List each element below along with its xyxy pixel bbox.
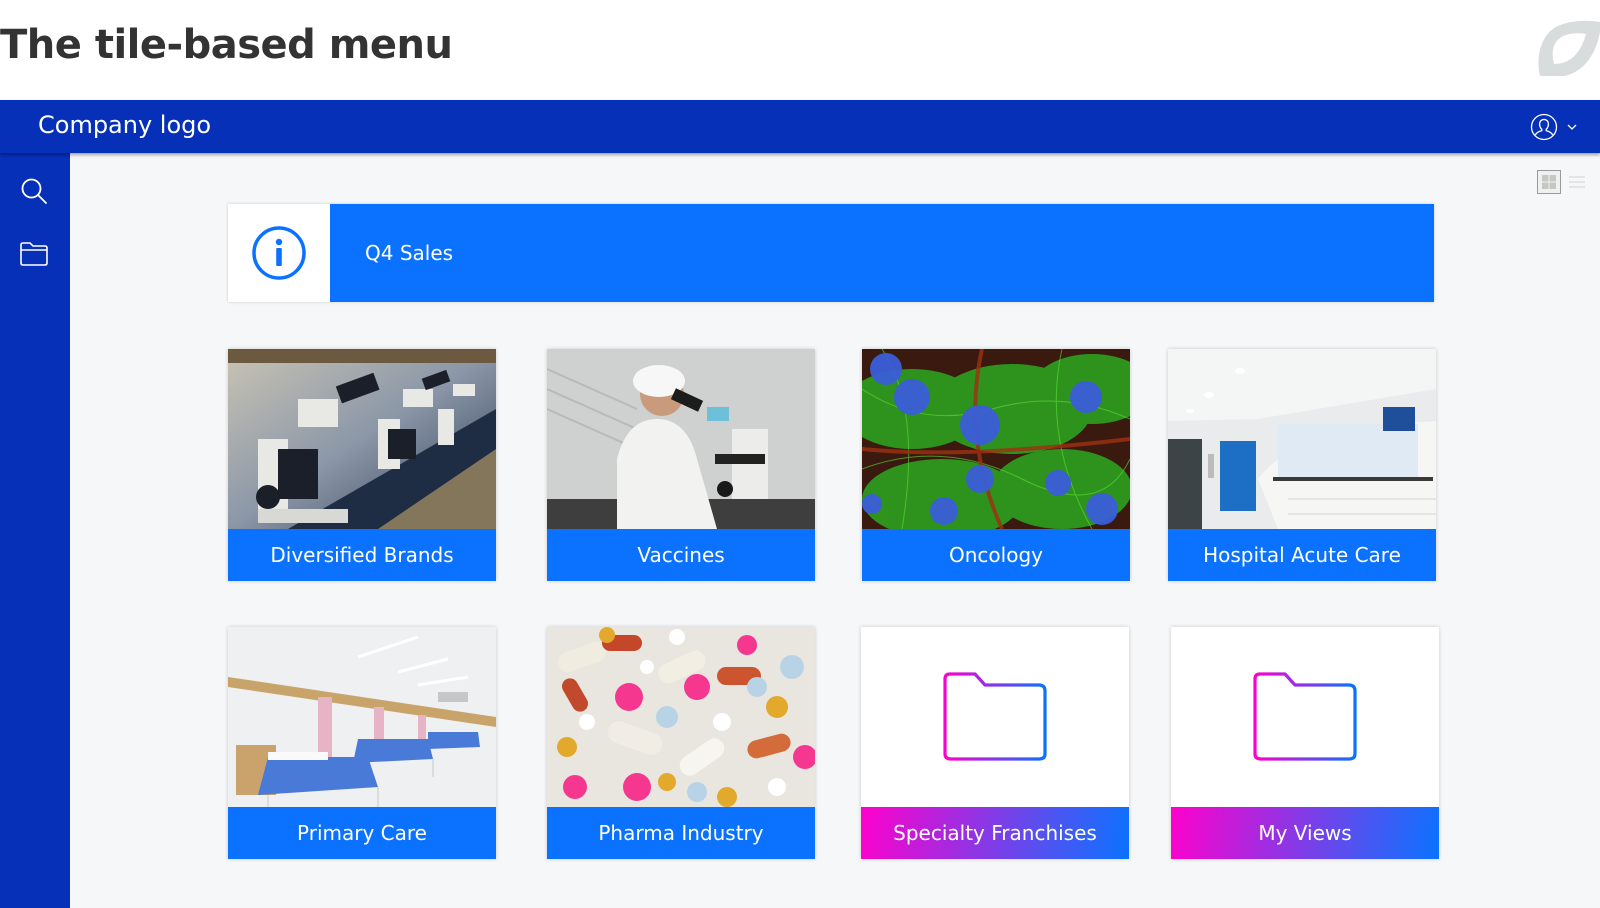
folder-tile-art <box>1171 627 1439 807</box>
tile-label-bar: Diversified Brands <box>228 529 496 581</box>
folder-icon <box>1253 672 1357 761</box>
tile-my-views[interactable]: My Views <box>1171 627 1439 859</box>
tile-label-bar: My Views <box>1171 807 1439 859</box>
app-window: Company logo Q4 Sales Diversified Brands… <box>0 100 1600 908</box>
tile-diversified-brands[interactable]: Diversified Brands <box>228 349 496 581</box>
sidebar-item-folders[interactable] <box>16 236 52 272</box>
sidebar-item-search[interactable] <box>16 173 52 209</box>
sidebar <box>0 153 70 908</box>
pills-photo <box>547 627 815 807</box>
list-view-button[interactable] <box>1567 170 1587 194</box>
hospital-ward-photo <box>228 627 496 807</box>
tile-oncology[interactable]: Oncology <box>862 349 1130 581</box>
user-menu-button[interactable] <box>1530 112 1592 142</box>
tile-label: Vaccines <box>637 543 725 567</box>
tile-label: Pharma Industry <box>598 821 764 845</box>
scientist-microscope-photo <box>547 349 815 529</box>
tile-label-bar: Specialty Franchises <box>861 807 1129 859</box>
tile-label-bar: Pharma Industry <box>547 807 815 859</box>
user-avatar-icon <box>1530 113 1558 141</box>
tile-label: My Views <box>1258 821 1352 845</box>
folder-tile-art <box>861 627 1129 807</box>
tile-label-bar: Hospital Acute Care <box>1168 529 1436 581</box>
leaf-logo-icon <box>1538 20 1600 76</box>
banner-label: Q4 Sales <box>365 241 454 265</box>
grid-view-icon <box>1542 175 1556 189</box>
tile-label-bar: Primary Care <box>228 807 496 859</box>
tile-label-bar: Oncology <box>862 529 1130 581</box>
banner-icon-box <box>228 204 330 302</box>
tile-label: Primary Care <box>297 821 427 845</box>
chevron-down-icon <box>1567 124 1577 130</box>
tile-vaccines[interactable]: Vaccines <box>547 349 815 581</box>
grid-view-button[interactable] <box>1537 170 1561 194</box>
search-icon <box>21 178 47 204</box>
tile-hospital-acute-care[interactable]: Hospital Acute Care <box>1168 349 1436 581</box>
page-title: The tile-based menu <box>0 22 453 68</box>
tile-pharma-industry[interactable]: Pharma Industry <box>547 627 815 859</box>
top-navigation-bar: Company logo <box>0 100 1600 153</box>
tile-label: Hospital Acute Care <box>1203 543 1401 567</box>
tile-primary-care[interactable]: Primary Care <box>228 627 496 859</box>
page-title-bar: The tile-based menu <box>0 0 1600 100</box>
microscopes-photo <box>228 349 496 529</box>
banner-q4-sales[interactable]: Q4 Sales <box>228 204 1434 302</box>
tile-label: Specialty Franchises <box>893 821 1097 845</box>
tile-specialty-franchises[interactable]: Specialty Franchises <box>861 627 1129 859</box>
fluorescent-cells-photo <box>862 349 1130 529</box>
banner-body: Q4 Sales <box>330 204 1434 302</box>
tile-label: Diversified Brands <box>270 543 454 567</box>
list-view-icon <box>1569 176 1585 188</box>
hospital-reception-photo <box>1168 349 1436 529</box>
info-icon <box>252 226 306 280</box>
company-logo[interactable]: Company logo <box>38 111 211 139</box>
tile-label-bar: Vaccines <box>547 529 815 581</box>
folder-icon <box>943 672 1047 761</box>
folder-icon <box>20 242 48 266</box>
tile-label: Oncology <box>949 543 1043 567</box>
